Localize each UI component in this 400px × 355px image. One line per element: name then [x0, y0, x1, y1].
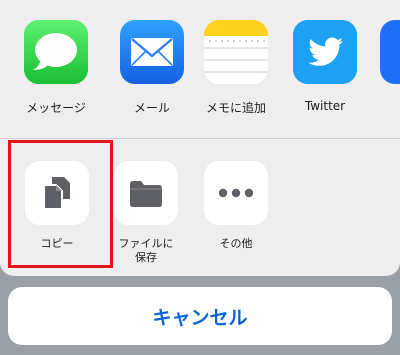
folder-icon — [114, 161, 178, 225]
app-icon — [380, 20, 400, 84]
cancel-button[interactable]: キャンセル — [8, 287, 392, 345]
share-app-mail[interactable]: メール — [112, 20, 192, 116]
action-more[interactable]: その他 — [196, 161, 276, 251]
more-icon — [204, 161, 268, 225]
share-app-messages[interactable]: メッセージ — [16, 20, 96, 116]
mail-icon — [120, 20, 184, 84]
apps-row: メッセージ メール メモに追加 Twitter — [0, 0, 400, 138]
share-app-label: Twitter — [304, 99, 346, 113]
share-app-partial[interactable] — [372, 20, 400, 84]
share-app-label: メッセージ — [26, 101, 86, 115]
action-save-to-files[interactable]: ファイルに 保存 — [106, 161, 186, 265]
share-app-label: メモに追加 — [205, 101, 266, 115]
messages-icon — [24, 20, 88, 84]
notes-icon — [204, 20, 268, 84]
action-label: その他 — [219, 237, 253, 250]
action-label: ファイルに 保存 — [118, 237, 174, 264]
share-app-twitter[interactable]: Twitter — [285, 20, 365, 113]
highlight-box — [8, 140, 113, 268]
share-app-label: メール — [133, 101, 170, 115]
share-app-notes[interactable]: メモに追加 — [196, 20, 276, 116]
twitter-icon — [293, 20, 357, 84]
